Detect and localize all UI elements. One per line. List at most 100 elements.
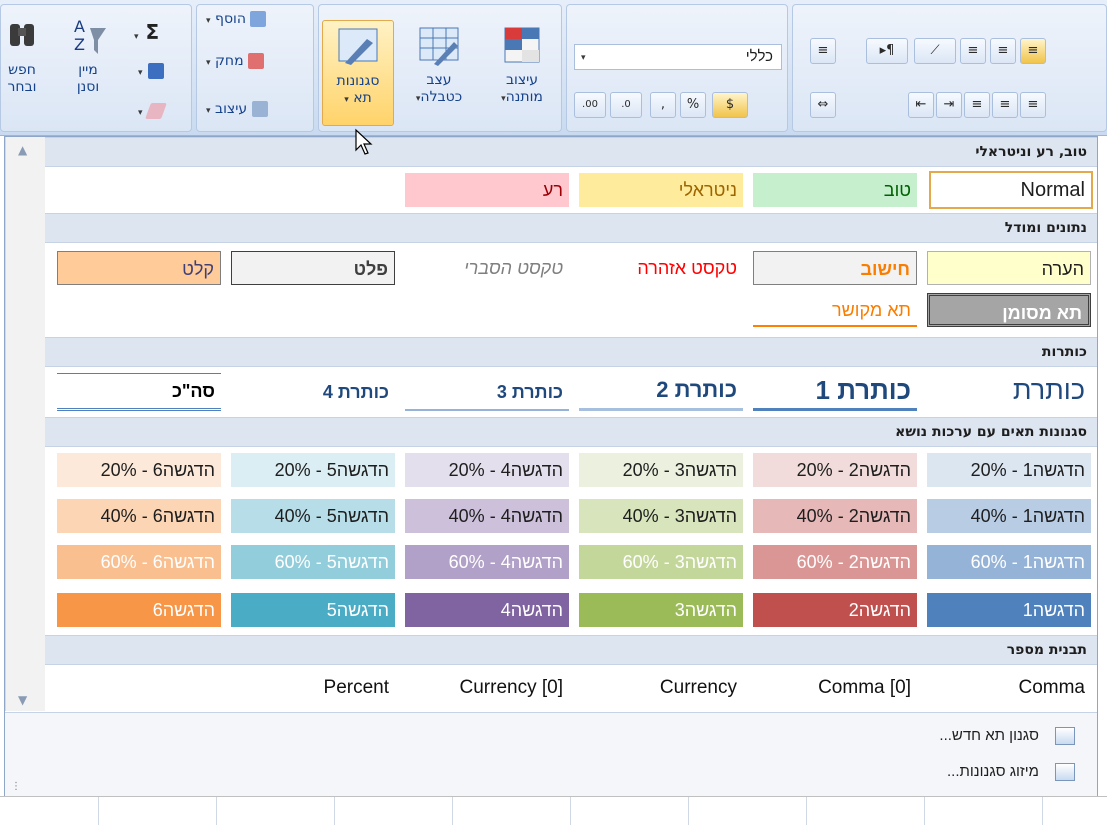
style-accent6-60[interactable]: הדגשה6 - 60% bbox=[57, 545, 221, 579]
orientation-button[interactable]: ⟋ bbox=[914, 38, 956, 64]
wrap-text-button[interactable]: ≡ bbox=[810, 38, 836, 64]
align-left-button[interactable]: ≡ bbox=[1020, 92, 1046, 118]
new-cell-style-link[interactable]: סגנון תא חדש... bbox=[939, 727, 1039, 744]
style-neutral[interactable]: ניטראלי bbox=[579, 173, 743, 207]
text-direction-button[interactable]: ▸¶ bbox=[866, 38, 908, 64]
fill-button[interactable]: ▾ bbox=[138, 60, 164, 79]
merge-styles-link[interactable]: מיזוג סגנונות... bbox=[947, 763, 1039, 780]
style-note[interactable]: הערה bbox=[927, 251, 1091, 285]
style-normal[interactable]: Normal bbox=[929, 171, 1093, 209]
format-dropdown-icon: ▾ bbox=[206, 106, 211, 116]
find-select-button[interactable]: חפש ובחר bbox=[0, 14, 44, 96]
resize-grip-icon[interactable]: ⋮ bbox=[11, 781, 21, 792]
sigma-icon: Σ bbox=[145, 20, 160, 44]
style-accent4[interactable]: הדגשה4 bbox=[405, 593, 569, 627]
grid-line bbox=[452, 797, 453, 825]
style-accent2[interactable]: הדגשה2 bbox=[753, 593, 917, 627]
style-good[interactable]: טוב bbox=[753, 173, 917, 207]
style-accent6-20[interactable]: הדגשה6 - 20% bbox=[57, 453, 221, 487]
gallery-scrollbar[interactable]: ▲ ▼ bbox=[5, 137, 45, 711]
style-accent3[interactable]: הדגשה3 bbox=[579, 593, 743, 627]
style-accent2-20[interactable]: הדגשה2 - 20% bbox=[753, 453, 917, 487]
format-table-icon bbox=[416, 24, 462, 68]
style-accent4-20[interactable]: הדגשה4 - 20% bbox=[405, 453, 569, 487]
conditional-formatting-button[interactable]: עיצוב ▾מותנה bbox=[484, 20, 560, 108]
grid-line bbox=[570, 797, 571, 825]
style-accent2-40[interactable]: הדגשה2 - 40% bbox=[753, 499, 917, 533]
svg-text:A: A bbox=[74, 17, 85, 36]
align-right-button[interactable]: ≡ bbox=[964, 92, 990, 118]
currency-button[interactable]: $ bbox=[712, 92, 748, 118]
scroll-down-icon[interactable]: ▼ bbox=[18, 693, 27, 707]
scroll-up-icon[interactable]: ▲ bbox=[18, 143, 27, 157]
style-warning-text[interactable]: טקסט אזהרה bbox=[579, 251, 743, 285]
comma-style-button[interactable]: , bbox=[650, 92, 676, 118]
style-heading-3[interactable]: כותרת 3 bbox=[405, 375, 569, 411]
align-middle-button[interactable]: ≡ bbox=[990, 38, 1016, 64]
eraser-icon bbox=[144, 102, 167, 119]
style-comma[interactable]: Comma bbox=[927, 671, 1091, 705]
style-heading-1[interactable]: כותרת 1 bbox=[753, 371, 917, 411]
style-accent5[interactable]: הדגשה5 bbox=[231, 593, 395, 627]
style-check-cell[interactable]: תא מסומן bbox=[927, 293, 1091, 327]
style-accent5-40[interactable]: הדגשה5 - 40% bbox=[231, 499, 395, 533]
style-accent3-60[interactable]: הדגשה3 - 60% bbox=[579, 545, 743, 579]
style-accent3-40[interactable]: הדגשה3 - 40% bbox=[579, 499, 743, 533]
format-as-table-button[interactable]: עצב ▾כטבלה bbox=[400, 20, 478, 108]
number-format-value: כללי bbox=[745, 48, 773, 65]
style-total[interactable]: סה"כ bbox=[57, 373, 221, 411]
style-accent6-40[interactable]: הדגשה6 - 40% bbox=[57, 499, 221, 533]
style-currency-0[interactable]: Currency [0] bbox=[405, 671, 569, 705]
style-comma-0[interactable]: Comma [0] bbox=[753, 671, 917, 705]
format-button[interactable]: עיצוב ▾ bbox=[206, 98, 268, 120]
style-accent5-20[interactable]: הדגשה5 - 20% bbox=[231, 453, 395, 487]
sort-label-2: וסנן bbox=[76, 79, 100, 95]
number-format-select[interactable]: כללי ▾ bbox=[574, 44, 782, 70]
decrease-decimal-button[interactable]: .0 bbox=[610, 92, 642, 118]
align-bottom-button[interactable]: ≡ bbox=[1020, 38, 1046, 64]
style-heading-4[interactable]: כותרת 4 bbox=[231, 375, 395, 411]
style-accent1[interactable]: הדגשה1 bbox=[927, 593, 1091, 627]
section-number-format: תבנית מספר bbox=[45, 635, 1097, 665]
style-accent2-60[interactable]: הדגשה2 - 60% bbox=[753, 545, 917, 579]
cell-styles-label-2: תא bbox=[353, 90, 372, 106]
find-label-2: ובחר bbox=[7, 79, 37, 95]
increase-indent-button[interactable]: ⇥ bbox=[936, 92, 962, 118]
cell-styles-button[interactable]: סגנונות ▾ תא bbox=[322, 20, 394, 126]
style-explanatory-text[interactable]: טקסט הסברי bbox=[405, 251, 569, 285]
autosum-button[interactable]: ▾ Σ bbox=[134, 20, 159, 44]
merge-center-button[interactable]: ⇔ bbox=[810, 92, 836, 118]
format-table-label-2: כטבלה bbox=[420, 89, 463, 105]
style-calculation[interactable]: חישוב bbox=[753, 251, 917, 285]
style-accent1-20[interactable]: הדגשה1 - 20% bbox=[927, 453, 1091, 487]
delete-button[interactable]: מחק ▾ bbox=[206, 50, 265, 72]
align-top-button[interactable]: ≡ bbox=[960, 38, 986, 64]
style-bad[interactable]: רע bbox=[405, 173, 569, 207]
decrease-indent-button[interactable]: ⇤ bbox=[908, 92, 934, 118]
sort-az-icon: AZ bbox=[68, 14, 108, 58]
style-accent4-60[interactable]: הדגשה4 - 60% bbox=[405, 545, 569, 579]
align-center-button[interactable]: ≡ bbox=[992, 92, 1018, 118]
style-linked-cell[interactable]: תא מקושר bbox=[753, 293, 917, 327]
style-output[interactable]: פלט bbox=[231, 251, 395, 285]
style-accent3-20[interactable]: הדגשה3 - 20% bbox=[579, 453, 743, 487]
insert-button[interactable]: הוסף ▾ bbox=[206, 8, 267, 30]
style-accent6[interactable]: הדגשה6 bbox=[57, 593, 221, 627]
style-percent[interactable]: Percent bbox=[231, 671, 395, 705]
increase-decimal-button[interactable]: .00 bbox=[574, 92, 606, 118]
percent-style-button[interactable]: % bbox=[680, 92, 706, 118]
style-accent5-60[interactable]: הדגשה5 - 60% bbox=[231, 545, 395, 579]
style-accent4-40[interactable]: הדגשה4 - 40% bbox=[405, 499, 569, 533]
style-currency[interactable]: Currency bbox=[579, 671, 743, 705]
ribbon: חפש ובחר AZ מיין וסנן ▾ Σ ▾ ▾ הוסף ▾ מחק… bbox=[0, 0, 1107, 155]
style-input[interactable]: קלט bbox=[57, 251, 221, 285]
style-heading-2[interactable]: כותרת 2 bbox=[579, 373, 743, 411]
section-data-model: נתונים ומודל bbox=[45, 213, 1097, 243]
style-title[interactable]: כותרת bbox=[927, 371, 1091, 411]
style-accent1-60[interactable]: הדגשה1 - 60% bbox=[927, 545, 1091, 579]
sort-filter-button[interactable]: AZ מיין וסנן bbox=[60, 14, 116, 96]
fill-dropdown-icon: ▾ bbox=[138, 68, 143, 78]
cond-format-label-1: עיצוב bbox=[505, 72, 539, 88]
clear-button[interactable]: ▾ bbox=[138, 100, 167, 119]
style-accent1-40[interactable]: הדגשה1 - 40% bbox=[927, 499, 1091, 533]
